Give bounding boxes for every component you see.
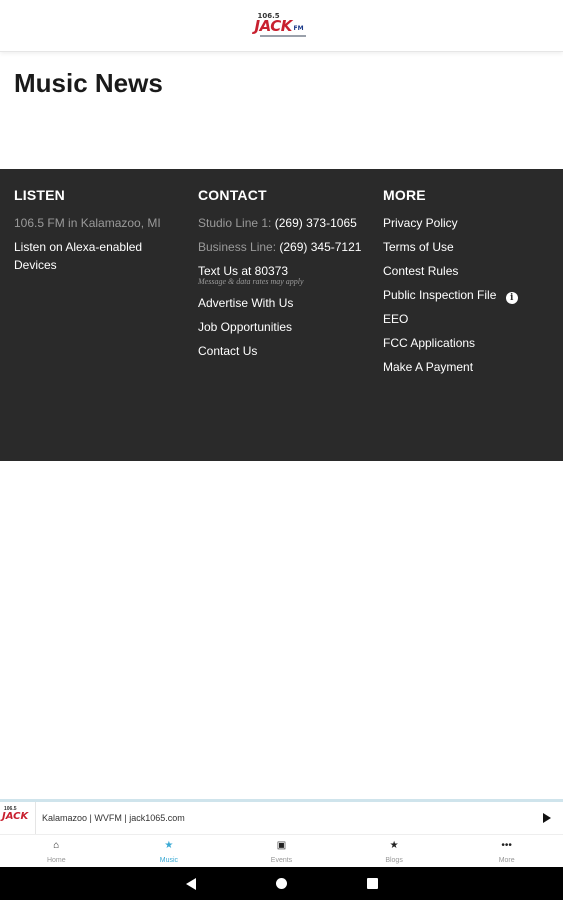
- business-line: Business Line: (269) 345-7121: [198, 238, 373, 256]
- terms-of-use-link[interactable]: Terms of Use: [383, 238, 553, 256]
- star-icon: ★: [389, 840, 399, 851]
- footer-contact-column: CONTACT Studio Line 1: (269) 373-1065 Bu…: [198, 187, 373, 366]
- tab-music[interactable]: ★ Music: [113, 835, 226, 867]
- bottom-tab-bar: ⌂ Home ★ Music ▣ Events ★ Blogs ••• More: [0, 834, 563, 867]
- player-station-logo: 106.5 JACK: [0, 802, 36, 834]
- back-icon[interactable]: [185, 877, 196, 890]
- tab-home[interactable]: ⌂ Home: [0, 835, 113, 867]
- fcc-applications-link[interactable]: FCC Applications: [383, 334, 553, 352]
- public-inspection-file-link[interactable]: Public Inspection File: [383, 288, 496, 302]
- mini-player[interactable]: 106.5 JACK Kalamazoo | WVFM | jack1065.c…: [0, 799, 563, 834]
- tab-blogs[interactable]: ★ Blogs: [338, 835, 451, 867]
- tab-home-label: Home: [46, 857, 66, 864]
- system-nav-bar: [0, 867, 563, 900]
- tab-more[interactable]: ••• More: [450, 835, 563, 867]
- recent-apps-icon[interactable]: [366, 878, 378, 889]
- footer-listen-heading: LISTEN: [14, 187, 65, 203]
- business-line-number[interactable]: (269) 345-7121: [279, 240, 361, 254]
- station-logo[interactable]: 106.5 JACK FM: [252, 11, 312, 41]
- tab-music-label: Music: [159, 857, 179, 864]
- footer-contact-heading: CONTACT: [198, 187, 267, 203]
- star-icon: ★: [164, 840, 174, 851]
- footer-more-heading: MORE: [383, 187, 426, 203]
- footer-listen-column: LISTEN 106.5 FM in Kalamazoo, MI Listen …: [14, 187, 184, 280]
- tab-more-label: More: [498, 857, 515, 864]
- site-footer: LISTEN 106.5 FM in Kalamazoo, MI Listen …: [0, 169, 563, 461]
- page-title: Music News: [14, 68, 163, 98]
- info-icon[interactable]: i: [505, 292, 518, 304]
- player-station-text: Kalamazoo | WVFM | jack1065.com: [42, 813, 185, 823]
- more-icon: •••: [501, 840, 512, 851]
- studio-line: Studio Line 1: (269) 373-1065: [198, 214, 373, 232]
- logo-word: JACK: [254, 16, 293, 35]
- studio-line-label: Studio Line 1:: [198, 216, 272, 230]
- home-button-icon[interactable]: [275, 878, 287, 889]
- jobs-link[interactable]: Job Opportunities: [198, 318, 373, 336]
- logo-suffix: FM: [293, 24, 304, 32]
- alexa-link[interactable]: Listen on Alexa-enabled Devices: [14, 238, 184, 274]
- make-a-payment-link[interactable]: Make A Payment: [383, 358, 553, 376]
- calendar-icon: ▣: [276, 840, 287, 851]
- privacy-policy-link[interactable]: Privacy Policy: [383, 214, 553, 232]
- play-icon[interactable]: [543, 813, 551, 823]
- footer-more-column: MORE Privacy Policy Terms of Use Contest…: [383, 187, 553, 382]
- advertise-link[interactable]: Advertise With Us: [198, 294, 373, 312]
- eeo-link[interactable]: EEO: [383, 310, 553, 328]
- business-line-label: Business Line:: [198, 240, 277, 254]
- tab-events[interactable]: ▣ Events: [225, 835, 338, 867]
- station-location: 106.5 FM in Kalamazoo, MI: [14, 216, 161, 230]
- contact-us-link[interactable]: Contact Us: [198, 342, 373, 360]
- public-inspection-file-item: Public Inspection File i: [383, 286, 553, 304]
- contest-rules-link[interactable]: Contest Rules: [383, 262, 553, 280]
- app-header: 106.5 JACK FM: [0, 0, 563, 52]
- text-disclaimer: Message & data rates may apply: [198, 277, 304, 286]
- home-icon: ⌂: [53, 840, 60, 851]
- logo-tagline-bar: [259, 34, 306, 37]
- tab-blogs-label: Blogs: [385, 857, 403, 864]
- player-logo-word: JACK: [2, 811, 29, 822]
- studio-line-number[interactable]: (269) 373-1065: [275, 216, 357, 230]
- tab-events-label: Events: [270, 857, 293, 864]
